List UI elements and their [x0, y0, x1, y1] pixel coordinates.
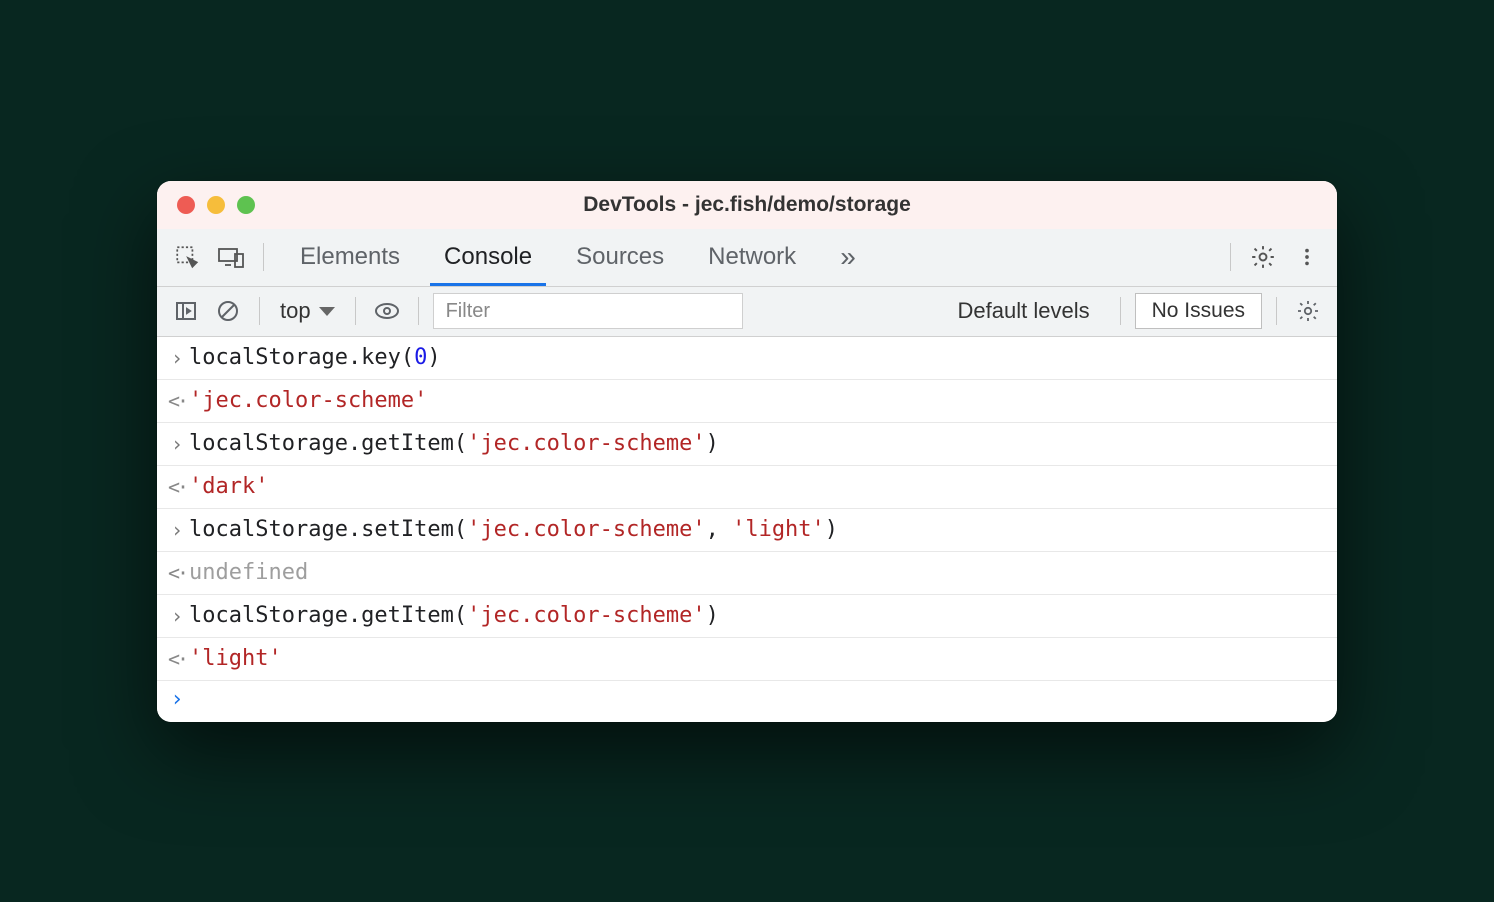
levels-label: Default levels [958, 298, 1090, 324]
console-input-entry: ›localStorage.setItem('jec.color-scheme'… [157, 509, 1337, 552]
more-options-icon[interactable] [1289, 239, 1325, 275]
issues-button[interactable]: No Issues [1135, 293, 1262, 329]
chevron-down-icon [319, 307, 335, 316]
console-input-entry: ›localStorage.getItem('jec.color-scheme'… [157, 423, 1337, 466]
console-prompt[interactable]: › [157, 681, 1337, 722]
settings-icon[interactable] [1245, 239, 1281, 275]
console-output-entry: <·'dark' [157, 466, 1337, 509]
console-toolbar: top Default levels No Issues [157, 287, 1337, 337]
divider [418, 297, 419, 325]
divider [1276, 297, 1277, 325]
chevron-right-icon: › [165, 515, 189, 545]
window-title: DevTools - jec.fish/demo/storage [173, 193, 1321, 217]
clear-console-icon[interactable] [211, 294, 245, 328]
divider [263, 243, 264, 271]
maximize-window-button[interactable] [237, 196, 255, 214]
chevron-left-icon: <· [165, 558, 189, 588]
divider [1120, 297, 1121, 325]
devtools-window: DevTools - jec.fish/demo/storage Element… [157, 181, 1337, 722]
divider [259, 297, 260, 325]
divider [1230, 243, 1231, 271]
tab-sources[interactable]: Sources [554, 229, 686, 286]
filter-input[interactable] [433, 293, 743, 329]
chevron-left-icon: <· [165, 644, 189, 674]
chevron-right-icon: › [165, 601, 189, 631]
console-output-entry: <·'light' [157, 638, 1337, 681]
tab-elements[interactable]: Elements [278, 229, 422, 286]
execution-context-select[interactable]: top [274, 298, 341, 324]
chevron-right-icon: › [165, 343, 189, 373]
inspect-element-icon[interactable] [169, 239, 205, 275]
tab-network[interactable]: Network [686, 229, 818, 286]
console-entry-content: localStorage.getItem('jec.color-scheme') [189, 429, 1325, 459]
chevron-right-icon: › [165, 429, 189, 459]
console-entry-content: localStorage.getItem('jec.color-scheme') [189, 601, 1325, 631]
traffic-lights [177, 196, 255, 214]
console-entry-content: undefined [189, 558, 1325, 588]
divider [355, 297, 356, 325]
chevron-right-icon: › [165, 687, 189, 712]
console-settings-icon[interactable] [1291, 294, 1325, 328]
console-entry-content: 'light' [189, 644, 1325, 674]
console-entry-content: localStorage.key(0) [189, 343, 1325, 373]
console-entry-content: 'dark' [189, 472, 1325, 502]
devtools-tabstrip: Elements Console Sources Network » [157, 229, 1337, 287]
chevron-left-icon: <· [165, 386, 189, 416]
context-label: top [280, 298, 311, 324]
console-entry-content: 'jec.color-scheme' [189, 386, 1325, 416]
live-expression-icon[interactable] [370, 294, 404, 328]
more-tabs-button[interactable]: » [826, 241, 870, 273]
toggle-sidebar-icon[interactable] [169, 294, 203, 328]
log-levels-select[interactable]: Default levels [950, 298, 1106, 324]
console-entry-content: localStorage.setItem('jec.color-scheme',… [189, 515, 1325, 545]
tab-console[interactable]: Console [422, 229, 554, 286]
console-input-entry: ›localStorage.key(0) [157, 337, 1337, 380]
console-output-entry: <·undefined [157, 552, 1337, 595]
chevron-left-icon: <· [165, 472, 189, 502]
console-output-entry: <·'jec.color-scheme' [157, 380, 1337, 423]
console-input-entry: ›localStorage.getItem('jec.color-scheme'… [157, 595, 1337, 638]
panel-tabs: Elements Console Sources Network [278, 229, 818, 286]
minimize-window-button[interactable] [207, 196, 225, 214]
close-window-button[interactable] [177, 196, 195, 214]
console-body[interactable]: ›localStorage.key(0)<·'jec.color-scheme'… [157, 337, 1337, 722]
titlebar: DevTools - jec.fish/demo/storage [157, 181, 1337, 229]
device-toolbar-icon[interactable] [213, 239, 249, 275]
